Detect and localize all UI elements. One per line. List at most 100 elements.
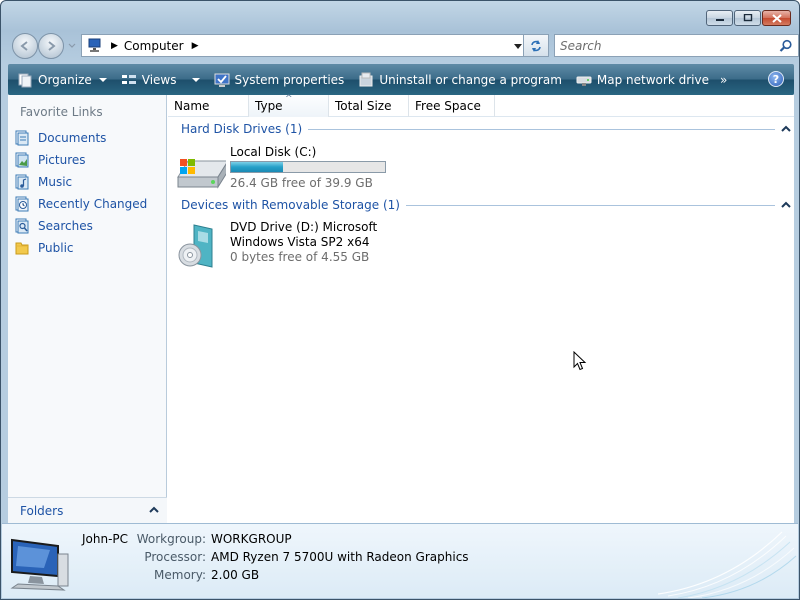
detail-value: WORKGROUP [211, 532, 292, 546]
search-icon[interactable] [779, 39, 793, 53]
searches-icon [15, 218, 29, 234]
forward-arrow-icon [48, 41, 56, 51]
drive-name: Local Disk (C:) [230, 145, 317, 159]
recent-pages-dropdown-icon[interactable] [67, 41, 77, 51]
group-header-hard-disk-drives[interactable]: Hard Disk Drives (1) [181, 121, 791, 137]
sidebar-item-public[interactable]: Public [14, 237, 147, 259]
computer-icon [10, 538, 69, 591]
system-properties-button[interactable]: System properties [209, 64, 350, 95]
system-properties-label: System properties [234, 72, 345, 87]
content-pane: Name ^ Type Total Size Free Space Hard D… [168, 94, 794, 523]
hard-disk-icon [177, 159, 226, 189]
sidebar-item-documents[interactable]: Documents [14, 127, 147, 149]
maximize-button[interactable] [734, 10, 761, 26]
address-bar[interactable]: ▶ Computer ▶ [81, 34, 528, 57]
drive-item-local-disk-c[interactable]: Local Disk (C:) 26.4 GB free of 39.9 GB [176, 145, 386, 195]
chevron-right-icon[interactable]: ▶ [192, 41, 199, 51]
group-title: Devices with Removable Storage (1) [181, 198, 400, 212]
explorer-window: ▶ Computer ▶ O [0, 0, 800, 600]
folders-label: Folders [20, 503, 64, 518]
navigation-pane: Favorite Links Documents Pictures Music … [8, 95, 167, 523]
detail-row-workgroup: Workgroup: WORKGROUP [130, 532, 292, 546]
mouse-cursor-icon [573, 351, 587, 371]
map-network-drive-label: Map network drive [596, 72, 709, 87]
detail-key: Workgroup: [136, 532, 206, 546]
column-label: Free Space [415, 99, 481, 113]
sidebar-item-recently-changed[interactable]: Recently Changed [14, 193, 147, 215]
system-properties-icon [214, 73, 229, 87]
uninstall-program-button[interactable]: Uninstall or change a program [353, 64, 567, 95]
drive-free-space: 26.4 GB free of 39.9 GB [230, 176, 373, 190]
organize-button[interactable]: Organize [12, 64, 112, 95]
maximize-icon [743, 14, 752, 22]
column-label: Type [255, 99, 283, 113]
disk-usage-fill [231, 162, 284, 172]
column-header-row: Name ^ Type Total Size Free Space [168, 94, 794, 117]
dropdown-arrow-icon [191, 77, 200, 82]
close-icon [771, 13, 782, 23]
back-button[interactable] [12, 33, 38, 59]
group-header-removable-storage[interactable]: Devices with Removable Storage (1) [181, 197, 791, 213]
column-header-total-size[interactable]: Total Size [329, 95, 409, 117]
drive-item-dvd-drive-d[interactable]: DVD Drive (D:) Microsoft Windows Vista S… [176, 220, 377, 270]
recently-changed-icon [15, 196, 29, 212]
column-label: Name [174, 99, 210, 113]
column-header-name[interactable]: Name [168, 95, 249, 117]
sidebar-item-label: Public [38, 241, 74, 255]
address-dropdown-icon[interactable] [513, 42, 523, 50]
breadcrumb-computer[interactable]: Computer [124, 39, 184, 53]
refresh-icon [531, 39, 541, 52]
music-icon [15, 174, 29, 190]
sidebar-item-pictures[interactable]: Pictures [14, 149, 147, 171]
detail-row-processor: Processor: AMD Ryzen 7 5700U with Radeon… [130, 550, 469, 564]
detail-key: Memory: [154, 568, 206, 582]
detail-key: Processor: [144, 550, 206, 564]
detail-value: 2.00 GB [211, 568, 260, 582]
main-area: Favorite Links Documents Pictures Music … [8, 94, 794, 523]
public-icon [15, 242, 29, 255]
toolbar-overflow-button[interactable]: » [720, 73, 727, 87]
chevron-right-icon[interactable]: ▶ [111, 41, 118, 51]
column-header-type[interactable]: ^ Type [249, 94, 329, 117]
folders-toggle[interactable]: Folders [8, 497, 167, 523]
close-button[interactable] [762, 10, 791, 26]
views-button[interactable]: Views [116, 64, 205, 95]
column-header-free-space[interactable]: Free Space [409, 95, 495, 117]
computer-name: John-PC [82, 532, 129, 546]
views-icon [121, 74, 136, 84]
refresh-button[interactable] [523, 34, 549, 57]
navigation-row: ▶ Computer ▶ [9, 31, 799, 59]
back-arrow-icon [20, 41, 28, 51]
sidebar-item-label: Pictures [38, 153, 86, 167]
organize-label: Organize [38, 72, 92, 87]
favorite-links-list: Documents Pictures Music Recently Change… [14, 127, 147, 259]
collapse-group-icon[interactable] [781, 201, 791, 209]
chevron-up-icon [149, 506, 159, 513]
forward-button[interactable] [38, 33, 64, 59]
column-label: Total Size [335, 99, 392, 113]
sidebar-item-music[interactable]: Music [14, 171, 147, 193]
disk-usage-bar [230, 161, 386, 173]
organize-icon [18, 73, 32, 87]
documents-icon [15, 130, 29, 146]
uninstall-icon [359, 72, 373, 86]
decorative-swoosh [658, 531, 797, 598]
help-button[interactable]: ? [768, 71, 784, 87]
drive-name-line-1: DVD Drive (D:) Microsoft [230, 220, 378, 234]
sidebar-item-searches[interactable]: Searches [14, 215, 147, 237]
search-input[interactable] [560, 38, 770, 53]
dropdown-arrow-icon [98, 77, 107, 82]
sidebar-item-label: Documents [38, 131, 107, 145]
drive-free-space: 0 bytes free of 4.55 GB [230, 250, 370, 264]
command-bar: Organize Views System properties Uninsta… [8, 64, 794, 95]
map-network-drive-button[interactable]: Map network drive [571, 64, 714, 95]
computer-icon [88, 38, 101, 52]
favorite-links-title: Favorite Links [20, 105, 103, 119]
detail-value: AMD Ryzen 7 5700U with Radeon Graphics [211, 550, 469, 564]
minimize-button[interactable] [706, 10, 733, 26]
dvd-drive-icon [178, 224, 213, 268]
drive-name-line-2: Windows Vista SP2 x64 [230, 235, 370, 249]
collapse-group-icon[interactable] [781, 125, 791, 133]
sort-ascending-icon: ^ [285, 94, 293, 104]
search-box[interactable] [554, 34, 799, 57]
